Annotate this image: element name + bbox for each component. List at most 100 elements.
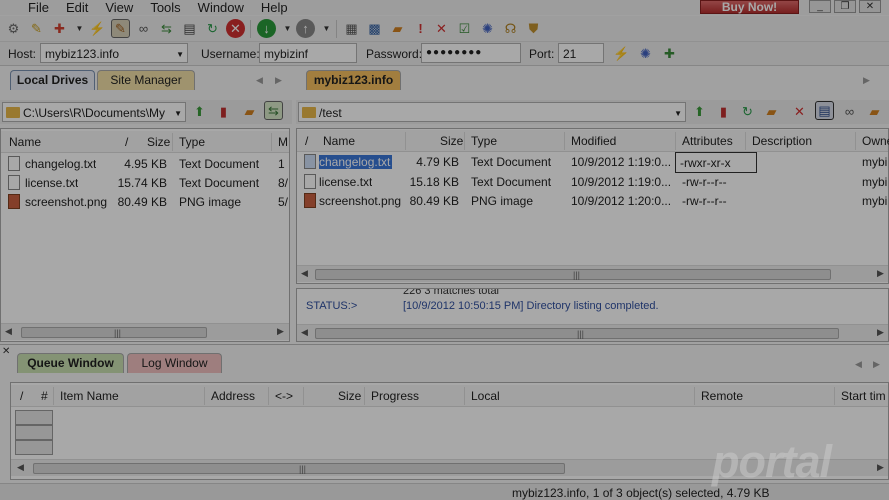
menu-file[interactable]: File: [28, 0, 49, 15]
tab-site-manager[interactable]: Site Manager: [97, 70, 195, 90]
queue-col-start-time[interactable]: Start tim: [841, 389, 886, 403]
remote-new-folder-icon[interactable]: ▰: [762, 102, 781, 121]
queue-col-remote[interactable]: Remote: [701, 389, 743, 403]
remote-col-description[interactable]: Description: [752, 134, 812, 148]
queue-col-progress[interactable]: Progress: [371, 389, 419, 403]
queue-tab-prev-icon[interactable]: ◀: [855, 359, 862, 370]
table-row[interactable]: screenshot.png 80.49 KB PNG image 10/9/2…: [297, 191, 888, 210]
disconnect-icon[interactable]: ✎: [111, 19, 130, 38]
shield-icon[interactable]: ⛊: [524, 19, 543, 38]
local-up-icon[interactable]: ⬆: [190, 102, 209, 121]
remote-col-name[interactable]: Name: [323, 134, 355, 148]
remote-path-input[interactable]: /test ▼: [298, 102, 686, 122]
selected-file-name[interactable]: changelog.txt: [319, 155, 393, 169]
queue-col-item-name[interactable]: Item Name: [60, 389, 119, 403]
username-input[interactable]: mybizinf: [259, 43, 357, 63]
port-input[interactable]: 21: [558, 43, 604, 63]
scroll-right-icon[interactable]: ▶: [877, 327, 884, 338]
remote-search-icon[interactable]: ∞: [840, 102, 859, 121]
tab-log-window[interactable]: Log Window: [127, 353, 222, 373]
queue-col-local[interactable]: Local: [471, 389, 500, 403]
plug-icon[interactable]: ⚡: [88, 19, 107, 38]
menu-view[interactable]: View: [105, 0, 133, 15]
tab-prev-icon[interactable]: ◀: [256, 75, 263, 86]
tab-remote-site[interactable]: mybiz123.info: [306, 70, 401, 90]
queue-scroll-thumb[interactable]: |||: [33, 463, 565, 474]
remote-scroll-thumb[interactable]: |||: [315, 269, 831, 280]
local-scrollbar[interactable]: ◀ ||| ▶: [1, 323, 289, 340]
new-folder-icon[interactable]: ▰: [388, 19, 407, 38]
scroll-left-icon[interactable]: ◀: [5, 326, 12, 337]
queue-col-sort[interactable]: /: [20, 389, 23, 403]
stop-icon[interactable]: ✕: [226, 19, 245, 38]
queue-col-direction[interactable]: <->: [275, 389, 293, 403]
tab-next-icon[interactable]: ▶: [275, 75, 282, 86]
dropdown-arrow-icon[interactable]: ▼: [70, 19, 89, 38]
support-icon[interactable]: ☊: [501, 19, 520, 38]
remote-up-icon[interactable]: ⬆: [690, 102, 709, 121]
remote-path-dropdown-icon[interactable]: ▼: [674, 109, 682, 118]
password-input[interactable]: ●●●●●●●●: [421, 43, 521, 63]
local-col-type[interactable]: Type: [179, 135, 205, 149]
queue-col-address[interactable]: Address: [211, 389, 255, 403]
remote-tab-next-icon[interactable]: ▶: [863, 75, 870, 86]
remote-col-type[interactable]: Type: [471, 134, 497, 148]
local-col-size[interactable]: Size: [147, 135, 170, 149]
remote-col-owner[interactable]: Owne: [862, 134, 889, 148]
scroll-right-icon[interactable]: ▶: [877, 268, 884, 279]
local-col-name[interactable]: Name: [9, 135, 41, 149]
buy-now-button[interactable]: Buy Now!: [700, 0, 799, 14]
local-book-icon[interactable]: ▮: [214, 102, 233, 121]
remote-scrollbar[interactable]: ◀ ||| ▶: [297, 265, 888, 282]
view-file-icon[interactable]: ▦: [342, 19, 361, 38]
menu-edit[interactable]: Edit: [66, 0, 88, 15]
scroll-left-icon[interactable]: ◀: [17, 462, 24, 473]
log-scroll-thumb[interactable]: |||: [315, 328, 839, 339]
menu-tools[interactable]: Tools: [150, 0, 180, 15]
local-scroll-thumb[interactable]: |||: [21, 327, 207, 338]
binoculars-icon[interactable]: ∞: [134, 19, 153, 38]
table-row[interactable]: license.txt 15.74 KB Text Document 8/: [1, 173, 289, 192]
table-row[interactable]: changelog.txt 4.95 KB Text Document 1: [1, 154, 289, 173]
restore-button[interactable]: ❐: [834, 0, 856, 13]
queue-tab-next-icon[interactable]: ▶: [873, 359, 880, 370]
remote-refresh-icon[interactable]: ↻: [738, 102, 757, 121]
scroll-left-icon[interactable]: ◀: [301, 268, 308, 279]
add-site-icon[interactable]: ✚: [660, 44, 679, 63]
local-col-sort[interactable]: /: [125, 135, 128, 149]
local-path-dropdown-icon[interactable]: ▼: [174, 109, 182, 118]
attributes-edit-input[interactable]: -rwxr-xr-x: [675, 152, 757, 173]
remote-col-modified[interactable]: Modified: [571, 134, 616, 148]
table-row[interactable]: changelog.txt 4.79 KB Text Document 10/9…: [297, 152, 888, 171]
connect-settings-icon[interactable]: ✺: [636, 44, 655, 63]
remote-view-icon[interactable]: ▤: [815, 101, 834, 120]
remote-col-sort[interactable]: /: [305, 134, 308, 148]
queue-col-size[interactable]: Size: [338, 389, 361, 403]
scroll-left-icon[interactable]: ◀: [301, 327, 308, 338]
remote-col-size[interactable]: Size: [440, 134, 463, 148]
local-new-folder-icon[interactable]: ▰: [240, 102, 259, 121]
close-button[interactable]: ✕: [859, 0, 881, 13]
menu-help[interactable]: Help: [261, 0, 288, 15]
edit-file-icon[interactable]: ▩: [365, 19, 384, 38]
refresh-icon[interactable]: ↻: [203, 19, 222, 38]
connect-icon[interactable]: ⚙: [4, 19, 23, 38]
check-icon[interactable]: ☑: [455, 19, 474, 38]
remote-book-icon[interactable]: ▮: [714, 102, 733, 121]
remote-col-attributes[interactable]: Attributes: [682, 134, 733, 148]
download-icon[interactable]: ↓: [257, 19, 276, 38]
menu-window[interactable]: Window: [198, 0, 244, 15]
table-row[interactable]: screenshot.png 80.49 KB PNG image 5/: [1, 192, 289, 211]
remote-delete-icon[interactable]: ✕: [790, 102, 809, 121]
host-input[interactable]: mybiz123.info ▼: [40, 43, 188, 63]
local-col-modified[interactable]: M: [278, 135, 288, 149]
host-dropdown-icon[interactable]: ▼: [176, 50, 184, 59]
delete-icon[interactable]: ✕: [432, 19, 451, 38]
wizard-icon[interactable]: ✎: [27, 19, 46, 38]
remote-bookmark-icon[interactable]: ▰: [865, 102, 884, 121]
tab-local-drives[interactable]: Local Drives: [10, 70, 95, 90]
quick-connect-icon[interactable]: ⚡: [612, 44, 631, 63]
scroll-right-icon[interactable]: ▶: [277, 326, 284, 337]
upload-icon[interactable]: ↑: [296, 19, 315, 38]
download-dropdown-icon[interactable]: ▼: [278, 19, 297, 38]
